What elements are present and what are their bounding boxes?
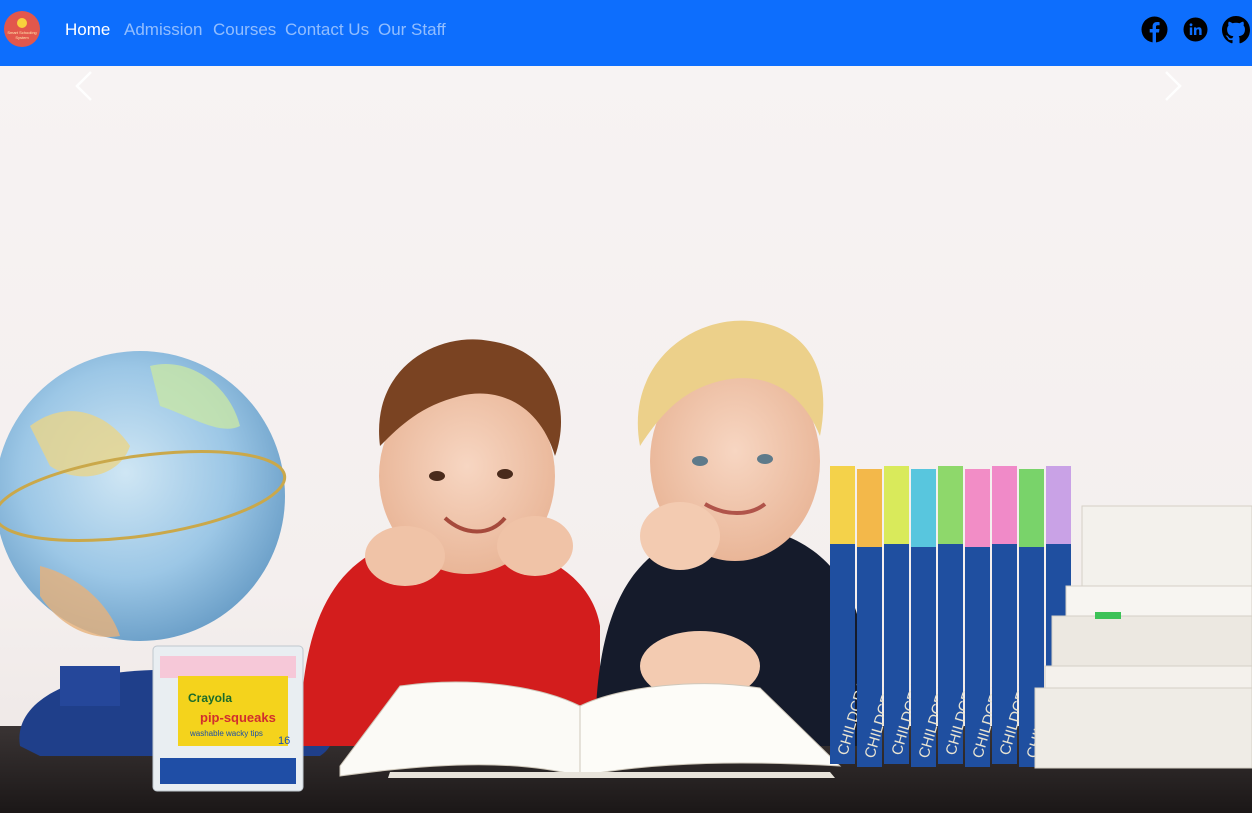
book-spine-top bbox=[857, 469, 882, 549]
svg-text:Crayola: Crayola bbox=[188, 691, 232, 705]
nav-link-courses[interactable]: Courses bbox=[213, 19, 276, 41]
book-spine-top bbox=[911, 469, 936, 549]
facebook-icon[interactable] bbox=[1141, 16, 1168, 43]
nav-link-home[interactable]: Home bbox=[65, 19, 110, 41]
book-spine-top bbox=[1046, 466, 1071, 546]
book-spine-top bbox=[830, 466, 855, 546]
carousel-image: Crayola pip-squeaks washable wacky tips … bbox=[0, 320, 1252, 813]
svg-text:pip-squeaks: pip-squeaks bbox=[200, 710, 276, 725]
book-spine-top bbox=[884, 466, 909, 546]
book-spine-top bbox=[938, 466, 963, 546]
chevron-right-icon bbox=[1165, 71, 1182, 101]
nav-link-contact-us[interactable]: Contact Us bbox=[285, 19, 369, 41]
carousel-next-button[interactable] bbox=[1152, 66, 1192, 106]
github-icon[interactable] bbox=[1222, 16, 1250, 44]
crayola-marker-box: Crayola pip-squeaks washable wacky tips … bbox=[152, 645, 304, 792]
nav-link-our-staff[interactable]: Our Staff bbox=[378, 19, 446, 41]
svg-text:16: 16 bbox=[278, 735, 290, 747]
svg-text:washable wacky tips: washable wacky tips bbox=[189, 729, 263, 738]
nav-link-admission[interactable]: Admission bbox=[124, 19, 202, 41]
top-navbar: Smart Schooling System Home Admission Co… bbox=[0, 0, 1252, 66]
book-spine-top bbox=[965, 469, 990, 549]
school-logo[interactable]: Smart Schooling System bbox=[4, 11, 40, 47]
book-spine-top bbox=[992, 466, 1017, 546]
boy-navy-shirt bbox=[595, 320, 860, 746]
logo-text: Smart Schooling System bbox=[7, 30, 37, 40]
linkedin-icon[interactable] bbox=[1183, 17, 1208, 42]
chevron-left-icon bbox=[75, 71, 92, 101]
book-spine-top bbox=[1019, 469, 1044, 549]
carousel-prev-button[interactable] bbox=[65, 66, 105, 106]
logo-sun-icon bbox=[17, 18, 27, 28]
hero-carousel: Crayola pip-squeaks washable wacky tips … bbox=[0, 66, 1252, 813]
